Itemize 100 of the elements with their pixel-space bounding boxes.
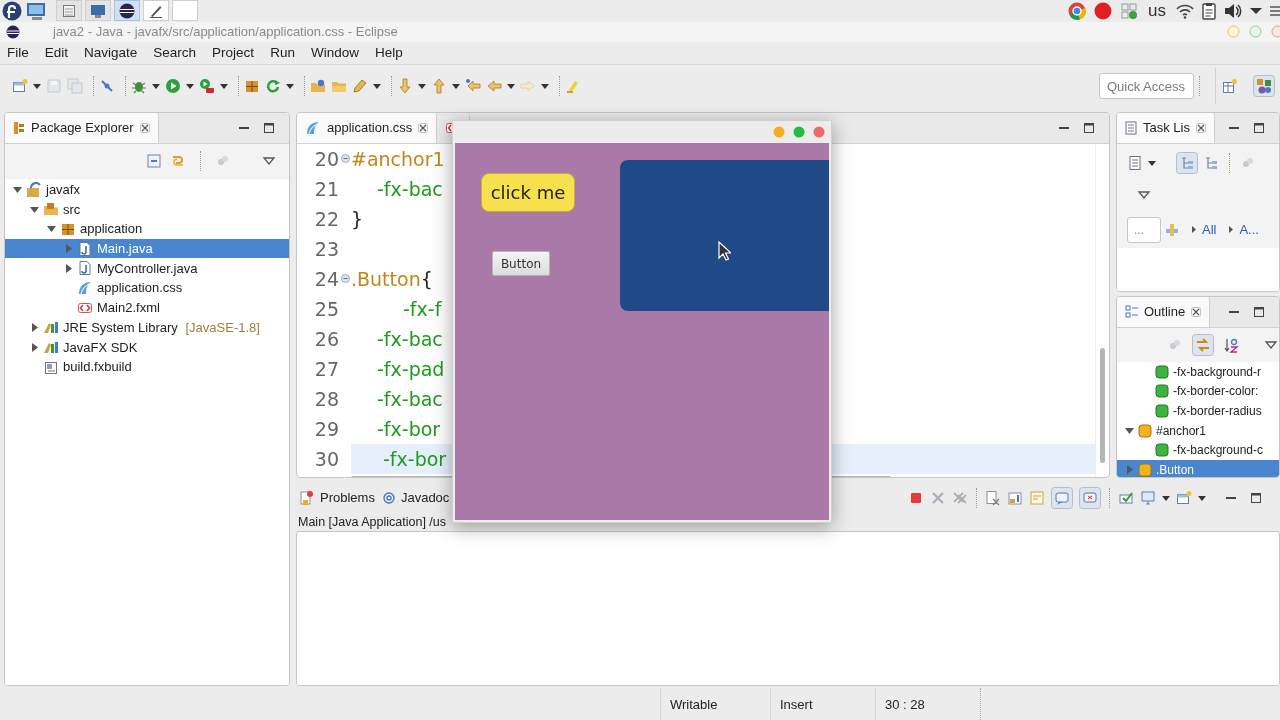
source-folder-icon [43,201,59,218]
tree-item[interactable]: application.css [5,278,289,298]
link[interactable]: A... [1239,222,1259,238]
maximize-icon[interactable] [263,121,275,134]
tree-item[interactable]: JavaFX SDK [5,337,289,357]
collapse-all-icon[interactable] [146,153,162,170]
tree-item[interactable]: Main2.fxml [5,297,289,318]
scrollbar-thumb[interactable] [1100,347,1105,463]
maximize-icon[interactable] [1253,305,1265,318]
up-arrow-icon[interactable] [431,78,447,95]
menu-item[interactable]: Edit [44,45,69,61]
refresh-icon[interactable] [265,78,281,95]
expand-arrow-icon[interactable] [30,322,39,332]
close-icon[interactable] [139,122,150,133]
menu-icon[interactable] [1270,4,1280,17]
close-icon[interactable] [1191,306,1202,317]
clear-icon[interactable] [985,489,1001,506]
new-console-icon[interactable] [1176,489,1192,506]
left-arrow-icon[interactable] [486,78,502,95]
button[interactable]: click me [481,173,575,212]
new-file-icon[interactable] [12,78,28,95]
play-icon[interactable] [165,78,181,95]
close-icon[interactable] [1195,122,1206,133]
tree-item[interactable]: src [5,199,289,220]
maximize-icon[interactable] [1253,121,1265,134]
tree-item[interactable]: -fx-background-c [1117,440,1279,461]
tree-item[interactable]: .Button [1117,460,1279,477]
volume-icon[interactable] [1224,2,1242,19]
link[interactable]: All [1202,222,1217,238]
button[interactable]: Button [492,251,550,276]
fold-icon[interactable] [340,154,350,164]
menu-item[interactable]: Project [212,45,255,61]
tree-item[interactable]: #anchor1 [1117,420,1279,441]
code-line: -fx-bac [376,387,443,410]
tree-item[interactable]: build.fxbuild [5,356,289,377]
network-icon[interactable] [1120,1,1139,20]
close-icon[interactable] [418,122,429,133]
tree-item[interactable]: Main.java [5,238,289,259]
taskbar-button[interactable] [143,0,169,22]
perspective-icon[interactable] [1253,75,1275,98]
tree-item[interactable]: -fx-border-color: [1117,381,1279,402]
down-arrow-icon[interactable] [397,78,413,95]
task-icon[interactable] [1127,154,1143,171]
line-number: 30 [314,447,339,470]
package-icon[interactable] [244,78,260,95]
view-tab[interactable]: Task Lis [1117,112,1215,144]
expand-arrow-icon[interactable] [30,342,39,352]
line-number: 25 [314,297,339,320]
monitor-icon[interactable] [26,0,48,21]
view-tab[interactable]: Problems [296,482,379,514]
css-file-icon [77,279,93,296]
record-icon[interactable] [1094,1,1113,20]
caret-icon[interactable] [1250,6,1262,15]
view-tab[interactable]: Package Explorer [5,112,159,144]
property-icon [1155,364,1169,379]
code-line: -fx-bor [382,447,447,470]
collapse-arrow-icon[interactable] [30,204,39,214]
menu-item[interactable]: Help [374,45,403,61]
scroll-lock-icon[interactable] [1007,489,1023,506]
tree-item[interactable]: -fx-border-radius [1117,401,1279,421]
pencil-icon[interactable] [352,78,368,95]
maximize-icon[interactable] [1083,121,1095,134]
console-err-icon[interactable] [1079,486,1101,509]
tree-item[interactable]: application [5,219,289,239]
collapse-arrow-icon[interactable] [1125,426,1134,436]
problems-icon [300,489,314,506]
logo-icon[interactable] [2,0,22,21]
clipboard-icon[interactable] [1202,1,1216,20]
display-icon[interactable] [1140,489,1156,506]
tree-item[interactable]: -fx-background-r [1117,361,1279,382]
line-number: 28 [314,387,339,410]
menu-item[interactable]: File [7,45,29,61]
fold-icon[interactable] [340,274,350,284]
tree-item[interactable]: javafx [5,179,289,200]
editor-tab[interactable]: application.css [297,112,438,144]
browser-icon[interactable] [1068,1,1087,20]
menu-item[interactable]: Search [153,45,197,61]
sort-icon[interactable] [1223,336,1239,353]
run-tool-icon[interactable] [199,78,215,95]
search-field[interactable]: Quick Access [1099,73,1194,100]
pencil-icon [149,3,163,18]
tree-item[interactable]: MyController.java [5,258,289,279]
tree-item[interactable]: JRE System Library [JavaSE-1.8] [5,317,289,338]
maximize-icon[interactable] [1250,491,1262,504]
menu-item[interactable]: Window [310,45,359,61]
table-plus-icon[interactable] [1222,78,1238,95]
view-tab[interactable]: Outline [1117,296,1211,328]
collapse-arrow-icon[interactable] [47,224,56,234]
sync-icon[interactable] [1192,333,1214,356]
keyboard-layout[interactable]: us [1148,0,1166,21]
expand-arrow-icon[interactable] [64,263,73,273]
menu-item[interactable]: Navigate [84,45,138,61]
view-tab[interactable]: Javadoc [378,482,454,514]
folder-star-icon[interactable] [310,78,326,95]
taskbar-button[interactable] [114,0,140,22]
collapse-arrow-icon[interactable] [13,185,22,195]
console-out-icon[interactable] [1051,486,1073,509]
find-field[interactable]: ... [1127,216,1161,243]
wifi-icon[interactable] [1176,2,1194,19]
menu-item[interactable]: Run [270,45,295,61]
